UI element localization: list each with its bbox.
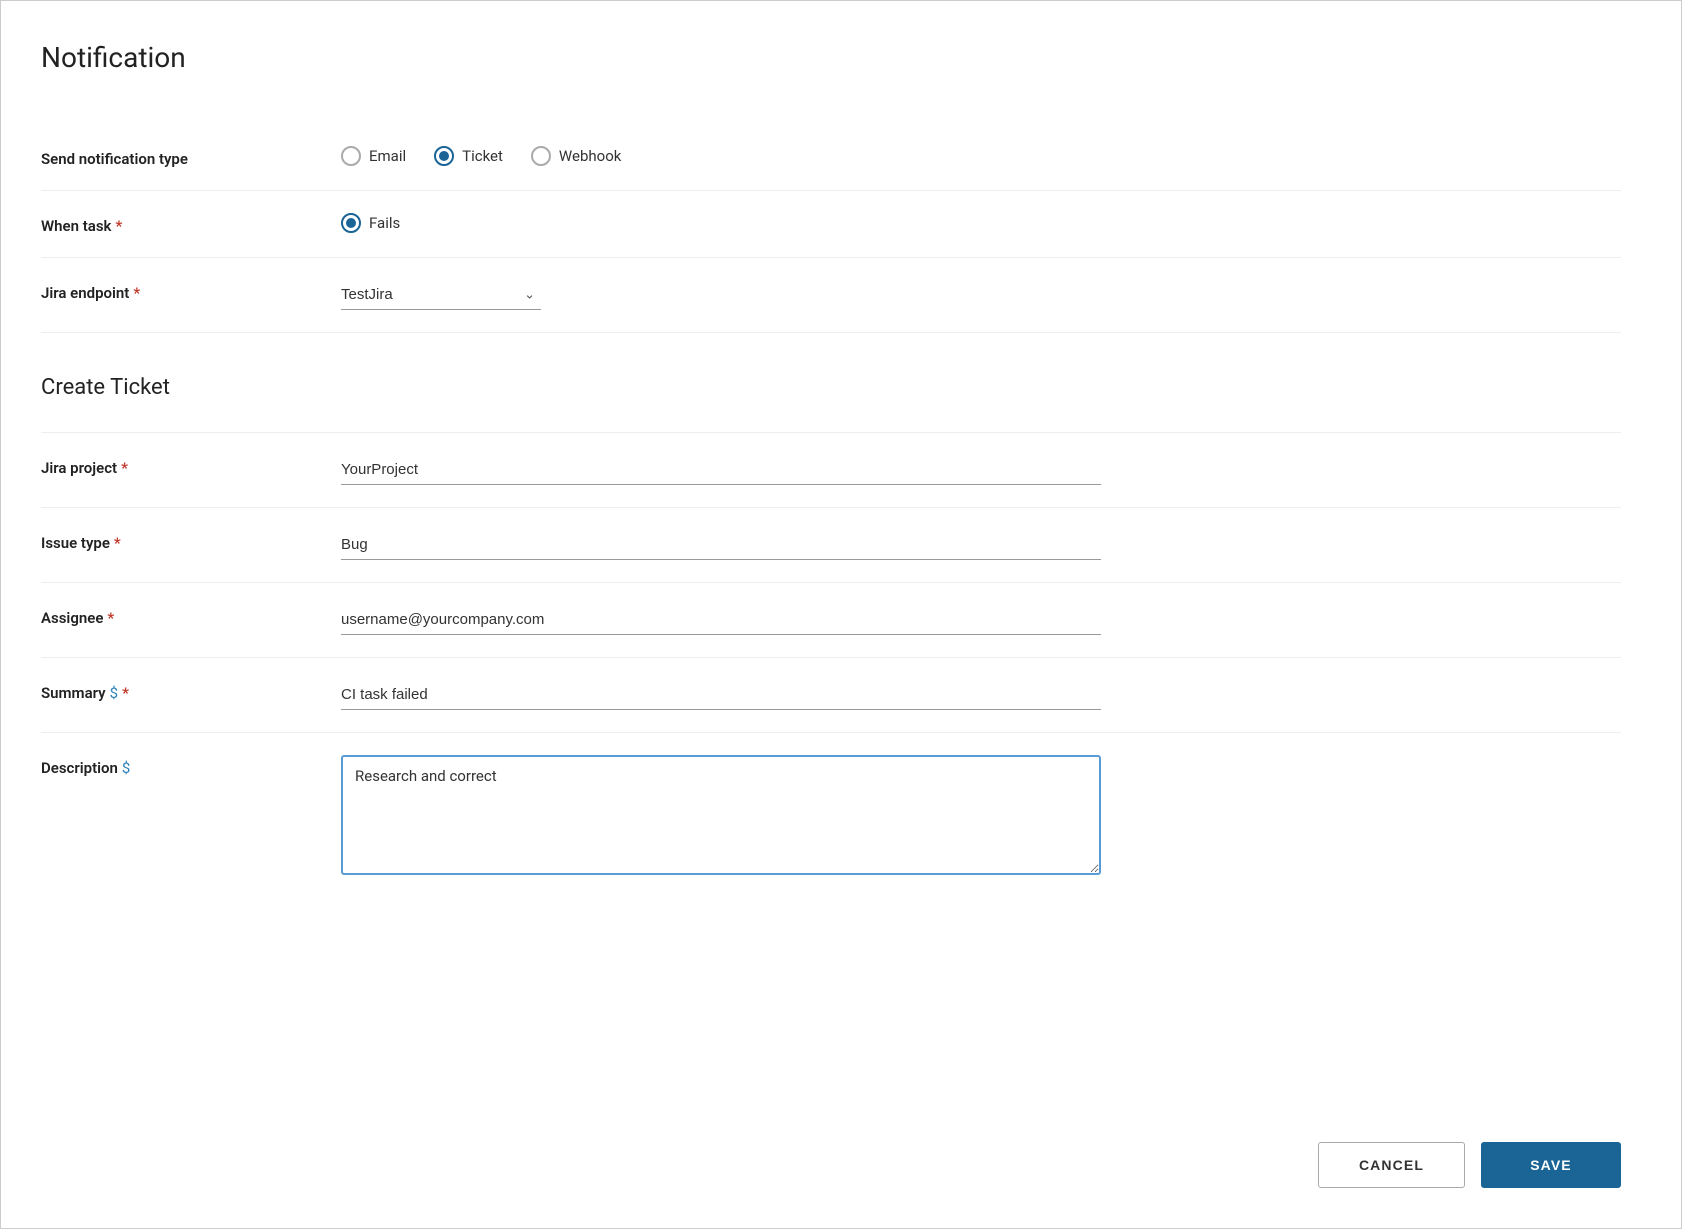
radio-fails[interactable]: Fails <box>341 213 400 233</box>
summary-required-star: * <box>122 684 129 702</box>
jira-endpoint-label: Jira endpoint * <box>41 280 341 302</box>
description-row: Description$ Research and correct <box>41 733 1621 901</box>
assignee-required-star: * <box>107 609 114 627</box>
description-control: Research and correct <box>341 755 1101 879</box>
summary-input[interactable] <box>341 680 1101 710</box>
radio-ticket[interactable]: Ticket <box>434 146 503 166</box>
save-button[interactable]: SAVE <box>1481 1142 1621 1188</box>
radio-fails-label: Fails <box>369 214 400 232</box>
summary-row: Summary$ * <box>41 658 1621 732</box>
jira-endpoint-select-wrapper: TestJiraOtherJira ⌄ <box>341 280 541 310</box>
issue-type-required-star: * <box>114 534 121 552</box>
summary-dollar-icon: $ <box>110 684 118 702</box>
jira-endpoint-required-star: * <box>133 284 140 302</box>
jira-project-required-star: * <box>121 459 128 477</box>
summary-control <box>341 680 1101 710</box>
radio-ticket-label: Ticket <box>462 147 503 165</box>
issue-type-input[interactable] <box>341 530 1101 560</box>
radio-email[interactable]: Email <box>341 146 406 166</box>
radio-webhook[interactable]: Webhook <box>531 146 621 166</box>
issue-type-row: Issue type * <box>41 508 1621 582</box>
form-section: Send notification type Email Ticket Webh… <box>41 124 1621 1112</box>
jira-project-control <box>341 455 1101 485</box>
notification-type-label: Send notification type <box>41 146 341 168</box>
jira-project-input[interactable] <box>341 455 1101 485</box>
notification-type-options: Email Ticket Webhook <box>341 146 1101 166</box>
when-task-row: When task * Fails <box>41 191 1621 257</box>
radio-email-label: Email <box>369 147 406 165</box>
description-textarea[interactable]: Research and correct <box>341 755 1101 875</box>
assignee-label: Assignee * <box>41 605 341 627</box>
description-dollar-icon: $ <box>122 759 130 777</box>
jira-project-row: Jira project * <box>41 433 1621 507</box>
footer-actions: CANCEL SAVE <box>41 1112 1621 1188</box>
summary-label: Summary$ * <box>41 680 341 702</box>
radio-webhook-label: Webhook <box>559 147 621 165</box>
page-container: Notification Send notification type Emai… <box>0 0 1682 1229</box>
jira-endpoint-row: Jira endpoint * TestJiraOtherJira ⌄ <box>41 258 1621 332</box>
jira-project-label: Jira project * <box>41 455 341 477</box>
radio-fails-circle[interactable] <box>341 213 361 233</box>
page-title: Notification <box>41 41 1621 74</box>
cancel-button[interactable]: CANCEL <box>1318 1142 1465 1188</box>
when-task-required-star: * <box>115 217 122 235</box>
description-label: Description$ <box>41 755 341 777</box>
assignee-control <box>341 605 1101 635</box>
when-task-label: When task * <box>41 213 341 235</box>
create-ticket-heading-row: Create Ticket <box>41 333 1621 432</box>
issue-type-label: Issue type * <box>41 530 341 552</box>
issue-type-control <box>341 530 1101 560</box>
radio-email-circle[interactable] <box>341 146 361 166</box>
notification-type-row: Send notification type Email Ticket Webh… <box>41 124 1621 190</box>
jira-endpoint-select[interactable]: TestJiraOtherJira <box>341 280 541 310</box>
jira-endpoint-control: TestJiraOtherJira ⌄ <box>341 280 1101 310</box>
assignee-row: Assignee * <box>41 583 1621 657</box>
radio-ticket-circle[interactable] <box>434 146 454 166</box>
radio-webhook-circle[interactable] <box>531 146 551 166</box>
create-ticket-heading: Create Ticket <box>41 355 170 410</box>
when-task-options: Fails <box>341 213 1101 233</box>
assignee-input[interactable] <box>341 605 1101 635</box>
